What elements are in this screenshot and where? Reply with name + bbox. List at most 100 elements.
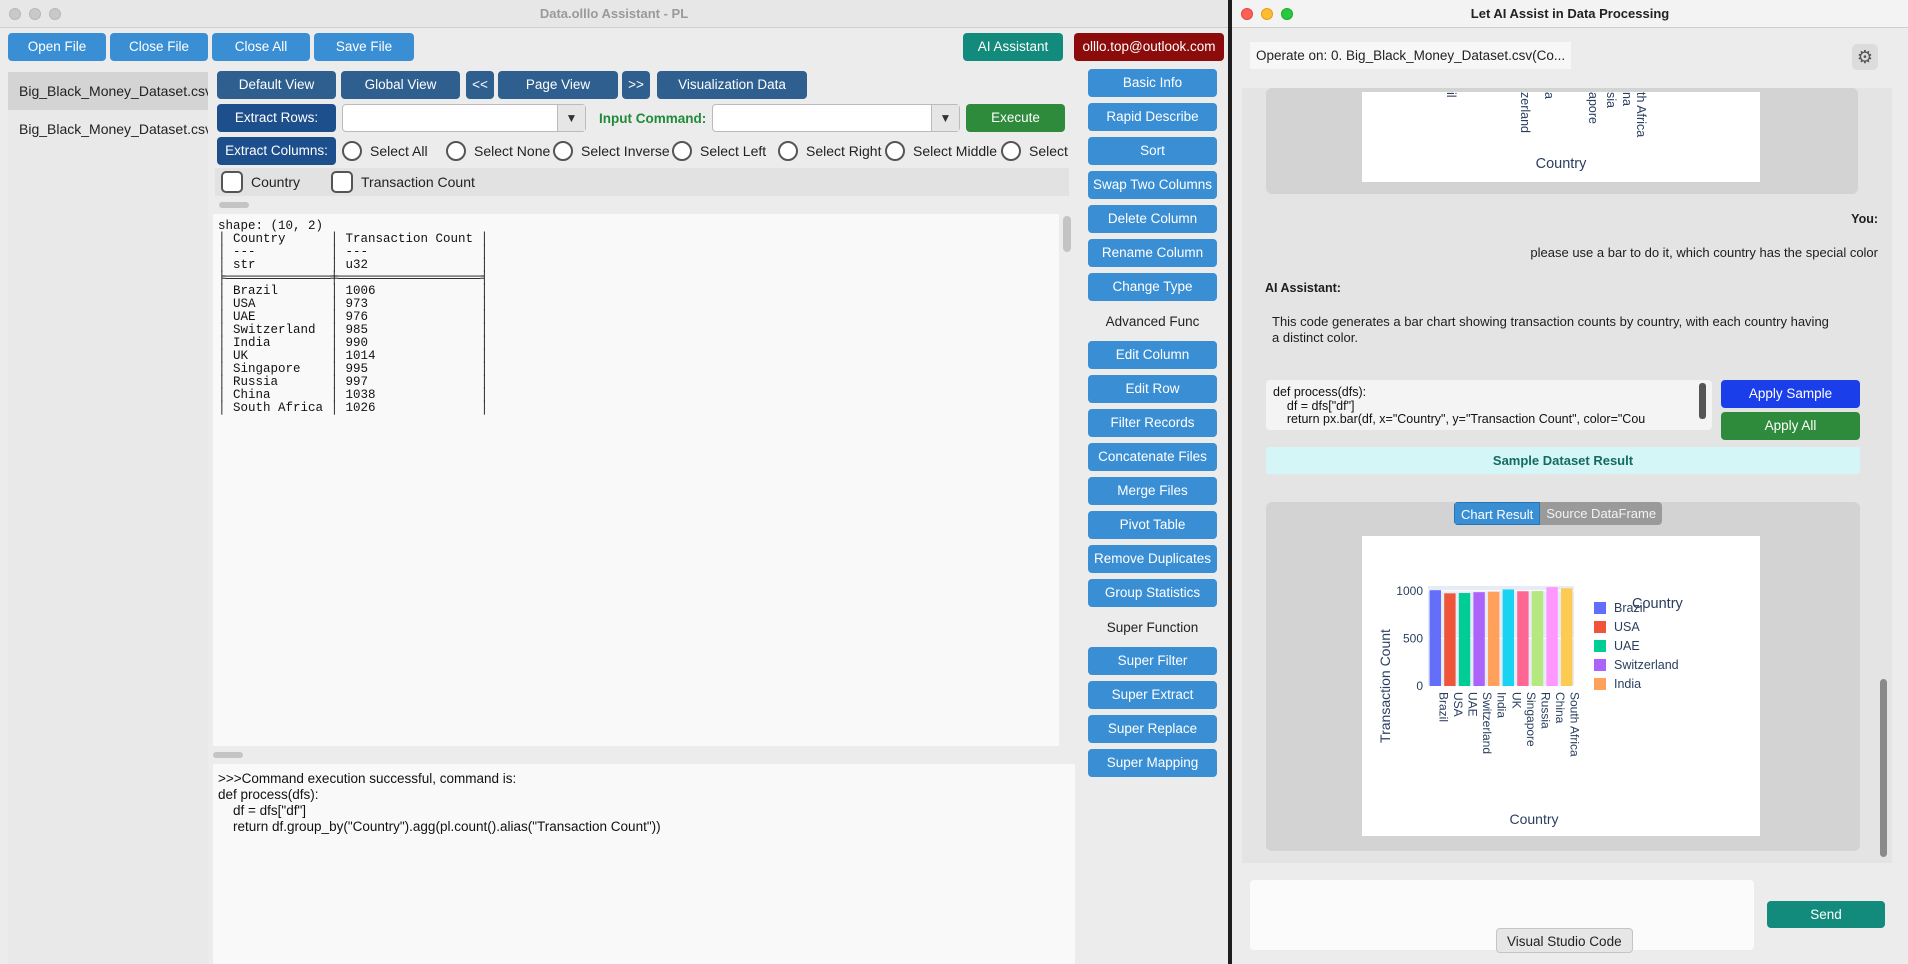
legend-swatch[interactable] [1594,621,1606,633]
execute-button[interactable]: Execute [966,104,1065,132]
main-window: Data.olllo Assistant - PL Open File Clos… [0,0,1228,964]
prev-tick-label: il [1444,92,1458,98]
prev-chart-xlabel: Country [1535,156,1587,172]
merge-files-button[interactable]: Merge Files [1088,477,1217,505]
zoom-window-icon[interactable] [1281,8,1293,20]
extract-rows-label[interactable]: Extract Rows: [217,104,336,132]
column-checkbox-transaction-count[interactable]: Transaction Count [331,171,475,193]
bar-uae[interactable] [1458,593,1471,686]
y-axis-label: Transaction Count [1377,629,1393,743]
group-statistics-button[interactable]: Group Statistics [1088,579,1217,607]
operate-on-selector[interactable]: Operate on: 0. Big_Black_Money_Dataset.c… [1250,42,1572,69]
next-page-button[interactable]: >> [622,71,650,99]
chat-scrollbar[interactable] [1880,679,1887,857]
remove-duplicates-button[interactable]: Remove Duplicates [1088,545,1217,573]
filter-records-button[interactable]: Filter Records [1088,409,1217,437]
horizontal-scrollbar[interactable] [213,752,243,758]
bar-china[interactable] [1546,587,1558,686]
select-radio[interactable]: Select [1001,141,1068,161]
pivot-table-button[interactable]: Pivot Table [1088,511,1217,539]
bar-south-africa[interactable] [1561,588,1573,686]
file-item[interactable]: Big_Black_Money_Dataset.csv [8,72,208,110]
x-tick-label: China [1553,692,1567,724]
select-middle-radio[interactable]: Select Middle [885,141,997,161]
visualization-data-button[interactable]: Visualization Data [657,71,807,99]
ai-assistant-button[interactable]: AI Assistant [963,33,1063,61]
email-button[interactable]: olllo.top@outlook.com [1074,33,1224,61]
bar-usa[interactable] [1444,593,1456,686]
edit-row-button[interactable]: Edit Row [1088,375,1217,403]
bar-india[interactable] [1488,591,1500,686]
rapid-describe-button[interactable]: Rapid Describe [1088,103,1217,131]
legend-swatch[interactable] [1594,678,1606,690]
global-view-button[interactable]: Global View [341,71,460,99]
prev-tick-label: na [1620,92,1634,106]
basic-info-button[interactable]: Basic Info [1088,69,1217,97]
apply-all-button[interactable]: Apply All [1721,412,1860,440]
save-file-button[interactable]: Save File [314,33,414,61]
zoom-window-icon[interactable] [49,8,61,20]
close-window-icon[interactable] [1241,8,1253,20]
select-left-radio[interactable]: Select Left [672,141,766,161]
select-none-radio[interactable]: Select None [446,141,550,161]
legend-swatch[interactable] [1594,640,1606,652]
bar-chart-svg: Transaction Count Country Country 050010… [1377,584,1684,827]
select-inverse-radio[interactable]: Select Inverse [553,141,670,161]
tab-source-dataframe[interactable]: Source DataFrame [1540,502,1662,525]
super-filter-button[interactable]: Super Filter [1088,647,1217,675]
super-extract-button[interactable]: Super Extract [1088,681,1217,709]
console-panel: >>>Command execution successful, command… [213,764,1075,964]
prev-page-button[interactable]: << [466,71,494,99]
concatenate-files-button[interactable]: Concatenate Files [1088,443,1217,471]
window-controls [9,8,61,20]
apply-sample-button[interactable]: Apply Sample [1721,380,1860,408]
bar-singapore[interactable] [1517,591,1529,686]
close-file-button[interactable]: Close File [110,33,208,61]
page-view-button[interactable]: Page View [498,71,618,99]
bar-brazil[interactable] [1429,590,1441,686]
close-all-button[interactable]: Close All [212,33,310,61]
legend-label[interactable]: India [1614,677,1641,691]
legend-label[interactable]: Switzerland [1614,658,1679,672]
horizontal-scrollbar[interactable] [219,202,249,208]
rename-column-button[interactable]: Rename Column [1088,239,1217,267]
close-window-icon[interactable] [9,8,21,20]
file-list: Big_Black_Money_Dataset.csv Big_Black_Mo… [8,72,208,964]
prev-tick-label: zerland [1518,92,1532,133]
legend-label[interactable]: UAE [1614,639,1640,653]
super-replace-button[interactable]: Super Replace [1088,715,1217,743]
file-item[interactable]: Big_Black_Money_Dataset.csv [8,110,208,148]
code-scrollbar[interactable] [1699,383,1706,419]
chevron-down-icon[interactable]: ▼ [557,105,585,131]
minimize-window-icon[interactable] [1261,8,1273,20]
chevron-down-icon[interactable]: ▼ [931,105,959,131]
bar-switzerland[interactable] [1473,592,1485,686]
delete-column-button[interactable]: Delete Column [1088,205,1217,233]
super-mapping-button[interactable]: Super Mapping [1088,749,1217,777]
input-command-label: Input Command: [599,111,707,126]
select-all-radio[interactable]: Select All [342,141,428,161]
extract-rows-combobox[interactable]: ▼ [342,104,586,132]
legend-swatch[interactable] [1594,602,1606,614]
send-button[interactable]: Send [1767,901,1885,928]
gear-icon[interactable]: ⚙ [1852,44,1878,70]
bar-uk[interactable] [1502,589,1514,686]
legend-label[interactable]: USA [1614,620,1640,634]
open-file-button[interactable]: Open File [8,33,106,61]
default-view-button[interactable]: Default View [217,71,336,99]
legend-swatch[interactable] [1594,659,1606,671]
bar-russia[interactable] [1531,591,1544,686]
input-command-combobox[interactable]: ▼ [712,104,960,132]
legend-label[interactable]: Brazil [1614,601,1645,615]
edit-column-button[interactable]: Edit Column [1088,341,1217,369]
code-box[interactable]: def process(dfs): df = dfs["df"] return … [1266,380,1712,430]
swap-two-columns-button[interactable]: Swap Two Columns [1088,171,1217,199]
vertical-scrollbar[interactable] [1063,216,1071,252]
extract-columns-label[interactable]: Extract Columns: [217,137,336,165]
column-checkbox-country[interactable]: Country [221,171,300,193]
sort-button[interactable]: Sort [1088,137,1217,165]
minimize-window-icon[interactable] [29,8,41,20]
tab-chart-result[interactable]: Chart Result [1454,502,1541,525]
select-right-radio[interactable]: Select Right [778,141,881,161]
change-type-button[interactable]: Change Type [1088,273,1217,301]
